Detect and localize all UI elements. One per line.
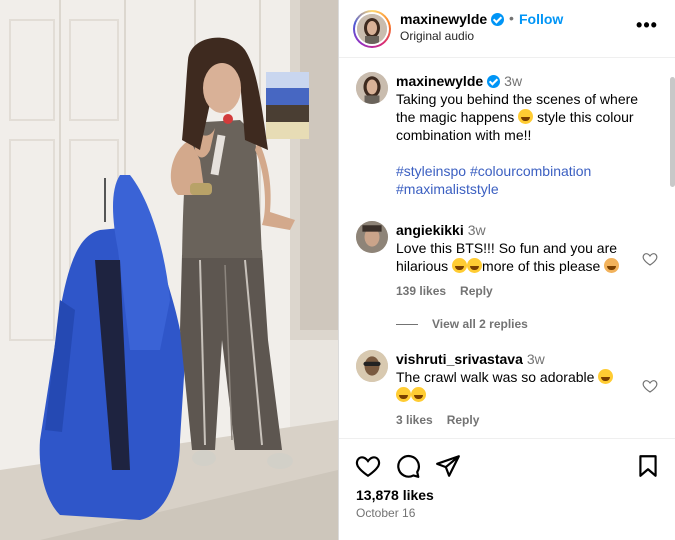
rofl-emoji-icon [518,109,534,124]
comment-time[interactable]: 3w [527,351,545,367]
hashtag-link[interactable]: #maximaliststyle [396,181,499,197]
share-icon[interactable] [435,453,461,479]
post-header: maxinewylde • Follow Original audio ••• [339,0,675,58]
comment-meta: 139 likes Reply [396,284,507,298]
view-replies-button[interactable]: View all 2 replies [396,317,528,331]
comment-body: vishruti_srivastava 3w The crawl walk was… [396,350,641,404]
heart-icon[interactable] [355,453,381,479]
author-avatar[interactable] [357,14,387,44]
post-actions: 13,878 likes October 16 [339,438,675,540]
post-date[interactable]: October 16 [356,506,415,520]
pray-emoji-icon [604,258,620,273]
comment-username[interactable]: angiekikki [396,222,464,238]
caption-avatar[interactable] [356,72,388,104]
more-options-icon[interactable]: ••• [635,16,659,40]
comment-text-2: more of this please [482,258,601,274]
reply-button[interactable]: Reply [447,413,480,427]
post-panel: maxinewylde • Follow Original audio ••• … [338,0,675,540]
comment-username[interactable]: vishruti_srivastava [396,351,523,367]
bookmark-icon[interactable] [635,453,661,479]
caption-time[interactable]: 3w [504,73,522,89]
separator-dot: • [509,10,514,26]
comment-time[interactable]: 3w [468,222,486,238]
laughing-emoji-icon [598,369,614,384]
hashtags: #styleinspo #colourcombination #maximali… [396,162,641,198]
caption-body: maxinewylde 3w Taking you behind the scen… [396,72,641,198]
comments-section[interactable]: maxinewylde 3w Taking you behind the scen… [339,59,675,438]
commenter-avatar[interactable] [356,221,388,253]
comment-icon[interactable] [395,453,421,479]
hashtag-link[interactable]: #colourcombination [470,163,591,179]
comment-meta: 3 likes Reply [396,413,493,427]
comment-likes[interactable]: 3 likes [396,413,433,427]
comment-likes[interactable]: 139 likes [396,284,446,298]
laughing-emoji-icon [452,258,468,273]
comment-text: The crawl walk was so adorable [396,369,595,385]
laughing-emoji-icon [396,387,411,402]
likes-count[interactable]: 13,878 likes [356,487,434,503]
caption-username[interactable]: maxinewylde [396,73,483,89]
follow-button[interactable]: Follow [519,11,563,27]
comment-body: angiekikki 3w Love this BTS!!! So fun and… [396,221,641,275]
laughing-emoji-icon [411,387,426,402]
verified-badge-icon [491,13,505,26]
comment-heart-icon[interactable] [642,251,658,267]
comment-heart-icon[interactable] [642,378,658,394]
scrollbar[interactable] [670,77,675,187]
author-username[interactable]: maxinewylde [400,11,505,27]
reply-button[interactable]: Reply [460,284,493,298]
post-media[interactable] [0,0,338,540]
audio-link[interactable]: Original audio [400,29,474,43]
laughing-emoji-icon [467,258,483,273]
post-photo [0,0,338,540]
hashtag-link[interactable]: #styleinspo [396,163,466,179]
replies-divider [396,324,418,326]
verified-badge-icon [487,75,501,88]
commenter-avatar[interactable] [356,350,388,382]
